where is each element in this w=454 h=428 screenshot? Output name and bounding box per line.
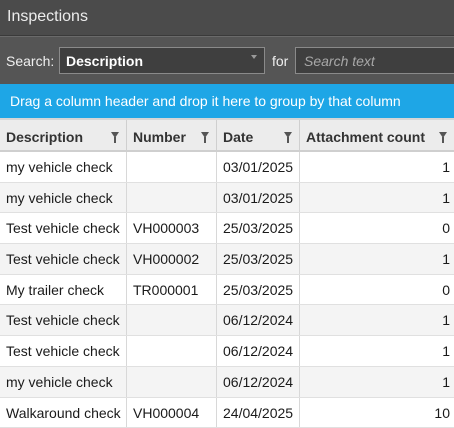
filter-icon[interactable]	[439, 132, 447, 143]
search-field-value: Description	[66, 53, 144, 69]
cell-number: VH000003	[127, 213, 217, 244]
grid-header: Description Number Date Attachment count	[0, 118, 454, 152]
cell-attachment-count: 1	[442, 343, 450, 360]
table-row[interactable]: My trailer check TR000001 25/03/2025 0	[0, 274, 454, 306]
column-header-label: Description	[6, 129, 84, 145]
table-row[interactable]: Test vehicle check VH000003 25/03/2025 0	[0, 213, 454, 245]
cell-date: 24/04/2025	[217, 397, 300, 428]
filter-icon[interactable]	[201, 132, 209, 143]
table-row[interactable]: Walkaround check VH000004 24/04/2025 10	[0, 397, 454, 428]
column-header-date[interactable]: Date	[217, 120, 300, 152]
cell-number	[127, 182, 217, 213]
cell-attachment-count: 0	[442, 281, 450, 298]
cell-date: 03/01/2025	[217, 182, 300, 213]
table-row[interactable]: my vehicle check 06/12/2024 1	[0, 366, 454, 398]
table-row[interactable]: my vehicle check 03/01/2025 1	[0, 152, 454, 183]
cell-description: my vehicle check	[0, 366, 127, 397]
cell-date: 03/01/2025	[217, 152, 300, 182]
cell-attachment-count: 1	[442, 251, 450, 268]
cell-date: 25/03/2025	[217, 213, 300, 244]
column-header-attachment-count[interactable]: Attachment count	[300, 120, 454, 152]
cell-number	[127, 305, 217, 336]
cell-date: 06/12/2024	[217, 305, 300, 336]
cell-description: Walkaround check	[0, 397, 127, 428]
cell-attachment-count: 1	[442, 373, 450, 390]
cell-description: Test vehicle check	[0, 305, 127, 336]
table-row[interactable]: Test vehicle check VH000002 25/03/2025 1	[0, 244, 454, 275]
search-field-dropdown[interactable]: Description	[59, 47, 265, 74]
column-header-description[interactable]: Description	[0, 120, 127, 152]
cell-description: my vehicle check	[0, 152, 127, 182]
column-header-number[interactable]: Number	[127, 120, 217, 152]
search-input[interactable]	[295, 47, 454, 74]
column-header-label: Number	[133, 129, 186, 145]
table-row[interactable]: my vehicle check 03/01/2025 1	[0, 182, 454, 214]
cell-attachment-count: 0	[442, 220, 450, 237]
cell-attachment-count: 1	[442, 312, 450, 329]
cell-attachment-count: 1	[442, 189, 450, 206]
cell-date: 06/12/2024	[217, 366, 300, 397]
table-row[interactable]: Test vehicle check 06/12/2024 1	[0, 336, 454, 367]
filter-icon[interactable]	[284, 132, 292, 143]
cell-description: Test vehicle check	[0, 244, 127, 274]
cell-description: Test vehicle check	[0, 213, 127, 244]
cell-number: TR000001	[127, 274, 217, 305]
search-bar: Search: Description for	[0, 36, 454, 84]
for-label: for	[272, 53, 289, 69]
cell-date: 25/03/2025	[217, 244, 300, 274]
column-header-label: Attachment count	[306, 129, 425, 145]
cell-number	[127, 366, 217, 397]
inspections-grid: Description Number Date Attachment count…	[0, 118, 454, 428]
cell-description: my vehicle check	[0, 182, 127, 213]
group-by-panel[interactable]: Drag a column header and drop it here to…	[0, 84, 454, 118]
filter-icon[interactable]	[111, 132, 119, 143]
cell-date: 06/12/2024	[217, 336, 300, 366]
cell-attachment-count: 1	[442, 159, 450, 175]
cell-number: VH000002	[127, 244, 217, 274]
search-label: Search:	[6, 53, 55, 69]
table-row[interactable]: Test vehicle check 06/12/2024 1	[0, 305, 454, 337]
chevron-down-icon	[251, 55, 257, 59]
cell-description: Test vehicle check	[0, 336, 127, 366]
cell-date: 25/03/2025	[217, 274, 300, 305]
cell-attachment-count: 10	[434, 404, 450, 421]
cell-number: VH000004	[127, 397, 217, 428]
column-header-label: Date	[223, 129, 254, 145]
cell-number	[127, 336, 217, 366]
cell-description: My trailer check	[0, 274, 127, 305]
cell-number	[127, 152, 217, 182]
window-title: Inspections	[0, 0, 454, 36]
